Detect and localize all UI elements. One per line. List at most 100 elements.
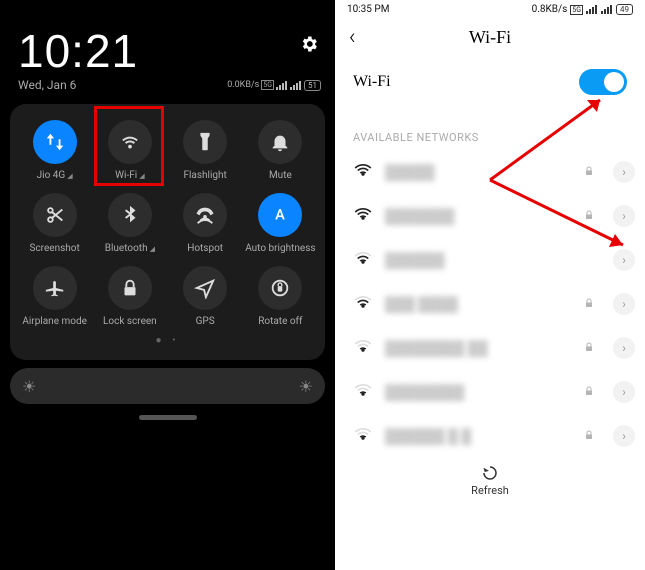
wifi-signal-icon — [353, 424, 373, 448]
tile-label: Screenshot — [30, 243, 80, 254]
home-indicator — [139, 415, 197, 420]
tile-label: GPS — [196, 316, 215, 327]
tile-nav[interactable]: GPS — [169, 262, 242, 329]
status-right-left: 0.0KB/s 5G 51 — [227, 80, 321, 91]
network-row[interactable]: █████ › — [335, 150, 645, 194]
network-name: ███ ████ — [385, 296, 571, 313]
tile-flashlight[interactable]: Flashlight — [169, 116, 242, 183]
wifi-toggle-label: Wi-Fi — [353, 73, 391, 91]
rotate-lock-icon — [258, 266, 302, 310]
network-name: ██████ — [385, 252, 595, 269]
refresh-button[interactable]: Refresh — [335, 458, 645, 497]
lock-icon — [108, 266, 152, 310]
network-name: ███████ — [385, 208, 571, 225]
network-list: █████›███████›██████›███ ████›████████ █… — [335, 150, 645, 458]
lock-icon — [583, 385, 595, 400]
network-row[interactable]: ███ ████ › — [335, 282, 645, 326]
tile-label: Hotspot — [187, 243, 223, 254]
network-name: ████████ ██ — [385, 340, 571, 357]
wifi-signal-icon — [353, 160, 373, 184]
hotspot-icon — [183, 193, 227, 237]
page-title: Wi-Fi — [469, 27, 511, 48]
lock-icon — [583, 341, 595, 356]
tile-airplane[interactable]: Airplane mode — [18, 262, 91, 329]
network-row[interactable]: ████████ ██ › — [335, 326, 645, 370]
left-statusbar — [0, 0, 335, 14]
bell-icon — [258, 120, 302, 164]
auto-a-icon: A — [258, 193, 302, 237]
network-detail-button[interactable]: › — [613, 249, 635, 271]
lock-clock: 10:21 — [0, 14, 335, 78]
lock-icon — [583, 429, 595, 444]
lock-date: Wed, Jan 6 — [18, 78, 76, 92]
network-detail-button[interactable]: › — [613, 205, 635, 227]
data-rate: 0.0KB/s — [227, 80, 259, 90]
page-header: ‹ Wi-Fi — [335, 19, 645, 55]
network-name: ████████ — [385, 384, 571, 401]
signal-icon-2 — [601, 5, 613, 14]
right-statusbar: 10:35 PM 0.8KB/s 5G 49 — [335, 0, 645, 19]
brightness-slider[interactable]: ☀ ☀ — [10, 368, 325, 404]
tile-data-swap[interactable]: Jio 4G◢ — [18, 116, 91, 183]
brightness-low-icon: ☀ — [22, 377, 36, 396]
network-row[interactable]: ██████ › — [335, 238, 645, 282]
refresh-label: Refresh — [471, 484, 509, 497]
sim-icon: 5G — [570, 5, 583, 15]
wifi-icon — [108, 120, 152, 164]
tile-label: Wi-Fi◢ — [115, 170, 144, 181]
svg-text:A: A — [276, 206, 286, 224]
tile-label: Flashlight — [183, 170, 226, 181]
page-dots: ● • — [18, 335, 317, 346]
refresh-icon — [481, 464, 499, 482]
wifi-signal-icon — [353, 380, 373, 404]
tile-label: Lock screen — [103, 316, 157, 327]
tile-label: Jio 4G◢ — [37, 170, 73, 181]
lock-icon — [583, 297, 595, 312]
wifi-signal-icon — [353, 248, 373, 272]
brightness-high-icon: ☀ — [299, 377, 313, 396]
wifi-settings-screen: 10:35 PM 0.8KB/s 5G 49 ‹ Wi-Fi Wi-Fi AVA… — [335, 0, 645, 570]
tile-lock[interactable]: Lock screen — [93, 262, 166, 329]
wifi-signal-icon — [353, 336, 373, 360]
tile-wifi[interactable]: Wi-Fi◢ — [93, 116, 166, 183]
wifi-master-row: Wi-Fi — [335, 55, 645, 105]
gear-icon[interactable] — [299, 34, 319, 58]
tile-rotate-lock[interactable]: Rotate off — [244, 262, 317, 329]
network-detail-button[interactable]: › — [613, 337, 635, 359]
tile-label: Mute — [269, 170, 292, 181]
tile-bell[interactable]: Mute — [244, 116, 317, 183]
wifi-toggle[interactable] — [579, 69, 627, 95]
nav-icon — [183, 266, 227, 310]
tile-label: Auto brightness — [245, 243, 315, 254]
flashlight-icon — [183, 120, 227, 164]
quick-settings-panel: Jio 4G◢ Wi-Fi◢ Flashlight Mute Screenshot Blu… — [10, 104, 325, 360]
network-detail-button[interactable]: › — [613, 425, 635, 447]
signal-icon — [586, 5, 598, 14]
network-row[interactable]: ████████ › — [335, 370, 645, 414]
quick-settings-screen: 10:21 Wed, Jan 6 0.0KB/s 5G 51 Jio 4G◢ Wi… — [0, 0, 335, 570]
network-row[interactable]: ███████ › — [335, 194, 645, 238]
signal-icon-2 — [290, 81, 302, 90]
network-name: █████ — [385, 164, 571, 181]
tile-auto-a[interactable]: A Auto brightness — [244, 189, 317, 256]
available-networks-header: AVAILABLE NETWORKS — [335, 105, 645, 150]
network-row[interactable]: ██████ █ █› — [335, 414, 645, 458]
lock-icon — [583, 165, 595, 180]
network-detail-button[interactable]: › — [613, 161, 635, 183]
tile-bluetooth[interactable]: Bluetooth◢ — [93, 189, 166, 256]
back-button[interactable]: ‹ — [349, 25, 356, 50]
lock-icon — [583, 209, 595, 224]
signal-icon — [276, 81, 288, 90]
tile-hotspot[interactable]: Hotspot — [169, 189, 242, 256]
data-swap-icon — [33, 120, 77, 164]
wifi-signal-icon — [353, 292, 373, 316]
network-detail-button[interactable]: › — [613, 293, 635, 315]
network-detail-button[interactable]: › — [613, 381, 635, 403]
tile-scissors[interactable]: Screenshot — [18, 189, 91, 256]
data-rate: 0.8KB/s — [532, 4, 568, 15]
scissors-icon — [33, 193, 77, 237]
battery-indicator: 51 — [304, 80, 321, 91]
battery-indicator: 49 — [616, 4, 633, 15]
tile-label: Rotate off — [258, 316, 302, 327]
tile-label: Airplane mode — [22, 316, 87, 327]
